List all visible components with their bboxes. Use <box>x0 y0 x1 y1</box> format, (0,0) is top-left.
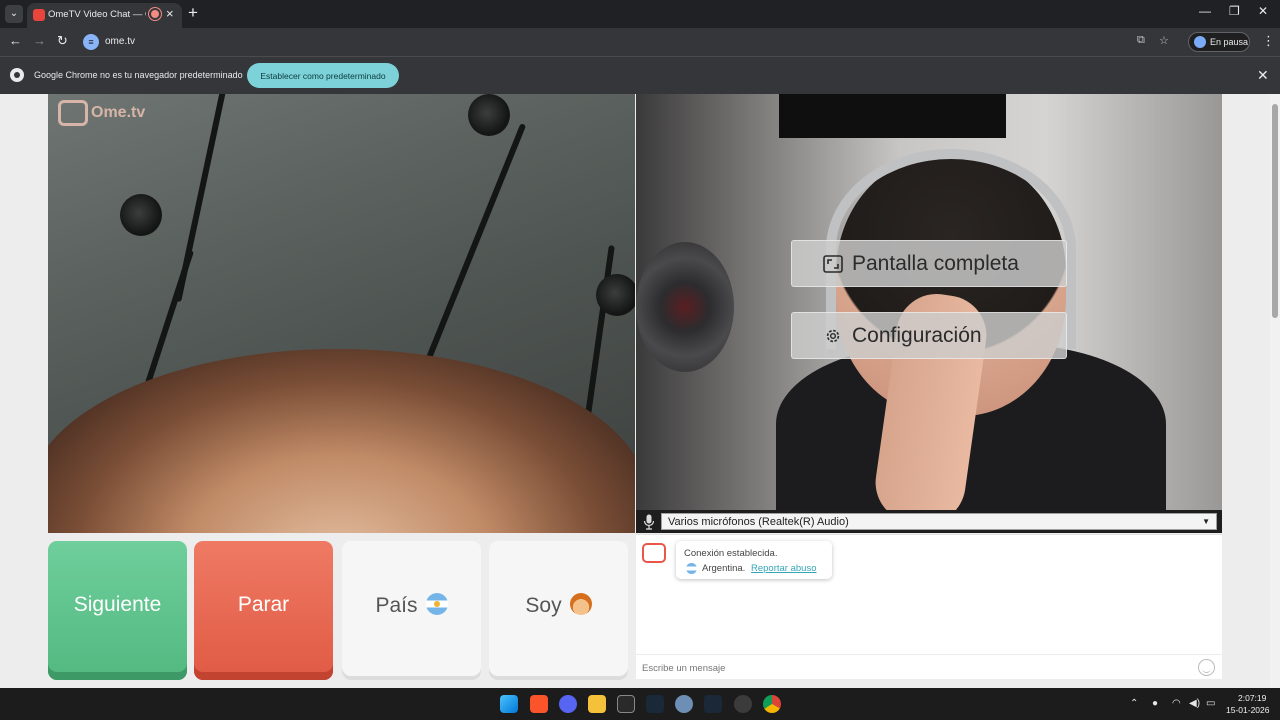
page-scrollbar[interactable] <box>1270 94 1280 688</box>
clock-date[interactable]: 15-01-2026 <box>1226 705 1269 715</box>
wifi-icon[interactable]: ◠ <box>1172 698 1181 709</box>
infobar-message: Google Chrome no es tu navegador predete… <box>34 70 243 80</box>
ometv-logo-text: Ome.tv <box>91 104 146 121</box>
scrollbar-thumb[interactable] <box>1272 104 1278 318</box>
microphone-icon <box>643 514 655 530</box>
country-button-content: País <box>342 593 481 618</box>
report-abuse-link[interactable]: Reportar abuso <box>751 563 816 574</box>
fullscreen-icon <box>823 255 843 273</box>
microphone-bar: Varios micrófonos (Realtek(R) Audio) ▼ <box>636 510 1222 533</box>
new-tab-plus-icon[interactable]: + <box>188 3 198 23</box>
next-button[interactable]: Siguiente <box>48 541 187 680</box>
ometv-page: Ome.tv Pantalla completa Configuración V… <box>0 94 1280 688</box>
window-close-icon[interactable]: ✕ <box>1258 4 1268 18</box>
tab-strip: ⌄ OmeTV Video Chat — Ome × + — ❐ ✕ <box>0 0 1280 28</box>
back-arrow-icon[interactable]: ← <box>9 33 22 48</box>
url-text: ome.tv <box>105 36 136 47</box>
gender-button-label: Soy <box>525 594 562 617</box>
microphone-select-value: Varios micrófonos (Realtek(R) Audio) <box>668 516 849 528</box>
stop-button-label: Parar <box>237 593 290 616</box>
tray-mic-icon[interactable]: ● <box>1152 698 1158 709</box>
next-button-label: Siguiente <box>73 593 162 616</box>
fullscreen-button[interactable]: Pantalla completa <box>791 240 1067 287</box>
connection-status: Conexión establecida. <box>684 548 778 559</box>
brave-browser-icon[interactable] <box>530 695 548 713</box>
cushion-button <box>468 94 510 136</box>
cushion-button <box>120 194 162 236</box>
windows-start-icon[interactable] <box>500 695 518 713</box>
settings-gear-icon[interactable] <box>675 695 693 713</box>
background-tv <box>779 94 1006 138</box>
chrome-taskbar-icon[interactable] <box>763 695 781 713</box>
recording-indicator-icon <box>149 8 161 20</box>
system-message: Conexión establecida. Argentina. Reporta… <box>676 541 832 579</box>
ometv-logo: Ome.tv <box>58 100 148 126</box>
windows-taskbar: ⌃ ● ◠ ◀) ▭ 2:07:19 15-01-2026 <box>0 688 1280 720</box>
fullscreen-label: Pantalla completa <box>852 252 1019 275</box>
browser-tab[interactable]: OmeTV Video Chat — Ome × <box>27 3 182 28</box>
microphone-select[interactable]: Varios micrófonos (Realtek(R) Audio) ▼ <box>661 513 1217 530</box>
tab-close-icon[interactable]: × <box>166 6 174 21</box>
argentina-flag-icon <box>686 563 697 574</box>
settings-label: Configuración <box>852 324 982 347</box>
site-info-icon[interactable]: ≡ <box>83 34 99 50</box>
gender-select-button[interactable]: Soy <box>489 541 628 680</box>
gender-button-content: Soy <box>489 593 628 618</box>
file-explorer-icon[interactable] <box>588 695 606 713</box>
profile-button[interactable]: En pausa <box>1188 32 1250 52</box>
chat-message-input[interactable] <box>642 660 1182 676</box>
forward-arrow-icon[interactable]: → <box>33 33 46 48</box>
volume-icon[interactable]: ◀) <box>1189 698 1200 709</box>
steam-icon[interactable] <box>704 695 722 713</box>
remote-video: Pantalla completa Configuración <box>636 94 1222 533</box>
clock-time[interactable]: 2:07:19 <box>1238 693 1266 703</box>
stop-button[interactable]: Parar <box>194 541 333 680</box>
discord-icon[interactable] <box>559 695 577 713</box>
menu-kebab-icon[interactable]: ⋮ <box>1262 33 1275 49</box>
settings-button[interactable]: Configuración <box>791 312 1067 359</box>
argentina-flag-icon <box>425 593 448 615</box>
address-bar[interactable]: ≡ ome.tv <box>80 31 1178 53</box>
battery-icon[interactable]: ▭ <box>1206 698 1215 709</box>
tab-title: OmeTV Video Chat — Ome <box>48 9 146 20</box>
ometv-chat-logo-icon <box>642 543 666 563</box>
steam-icon[interactable] <box>646 695 664 713</box>
partner-country: Argentina. <box>702 563 746 574</box>
profile-status-label: En pausa <box>1210 37 1249 47</box>
minimize-icon[interactable]: — <box>1199 4 1211 18</box>
country-button-label: País <box>375 594 418 617</box>
tray-chevron-icon[interactable]: ⌃ <box>1130 698 1138 709</box>
restore-icon[interactable]: ❐ <box>1229 4 1240 18</box>
background-fan <box>636 242 734 372</box>
infobar-close-icon[interactable]: ✕ <box>1257 67 1269 84</box>
person-head <box>48 349 635 533</box>
tab-search-chevron-icon[interactable]: ⌄ <box>5 5 23 23</box>
chrome-icon <box>10 68 24 82</box>
chevron-down-icon: ▼ <box>1202 517 1210 526</box>
ometv-favicon-icon <box>33 9 45 21</box>
chat-input-row <box>636 654 1222 680</box>
country-filter-button[interactable]: País <box>342 541 481 680</box>
set-default-button[interactable]: Establecer como predeterminado <box>247 63 399 88</box>
epic-games-icon[interactable] <box>617 695 635 713</box>
browser-toolbar: ← → ↻ ≡ ome.tv ⧉ ☆ En pausa ⋮ <box>0 28 1280 56</box>
chat-panel: Conexión establecida. Argentina. Reporta… <box>636 534 1222 679</box>
local-video: Ome.tv <box>48 94 635 533</box>
emoji-smiley-icon[interactable] <box>1198 659 1215 676</box>
obs-icon[interactable] <box>734 695 752 713</box>
reload-icon[interactable]: ↻ <box>57 33 68 49</box>
gear-icon <box>826 329 840 343</box>
bookmark-star-icon[interactable]: ☆ <box>1159 34 1169 47</box>
profile-avatar <box>1194 36 1206 48</box>
cushion-button <box>596 274 635 316</box>
cushion-seam <box>415 123 527 385</box>
boy-avatar-icon <box>569 593 592 615</box>
cast-icon[interactable]: ⧉ <box>1137 34 1145 47</box>
default-browser-infobar: Google Chrome no es tu navegador predete… <box>0 56 1280 94</box>
ometv-logo-icon <box>58 100 88 126</box>
